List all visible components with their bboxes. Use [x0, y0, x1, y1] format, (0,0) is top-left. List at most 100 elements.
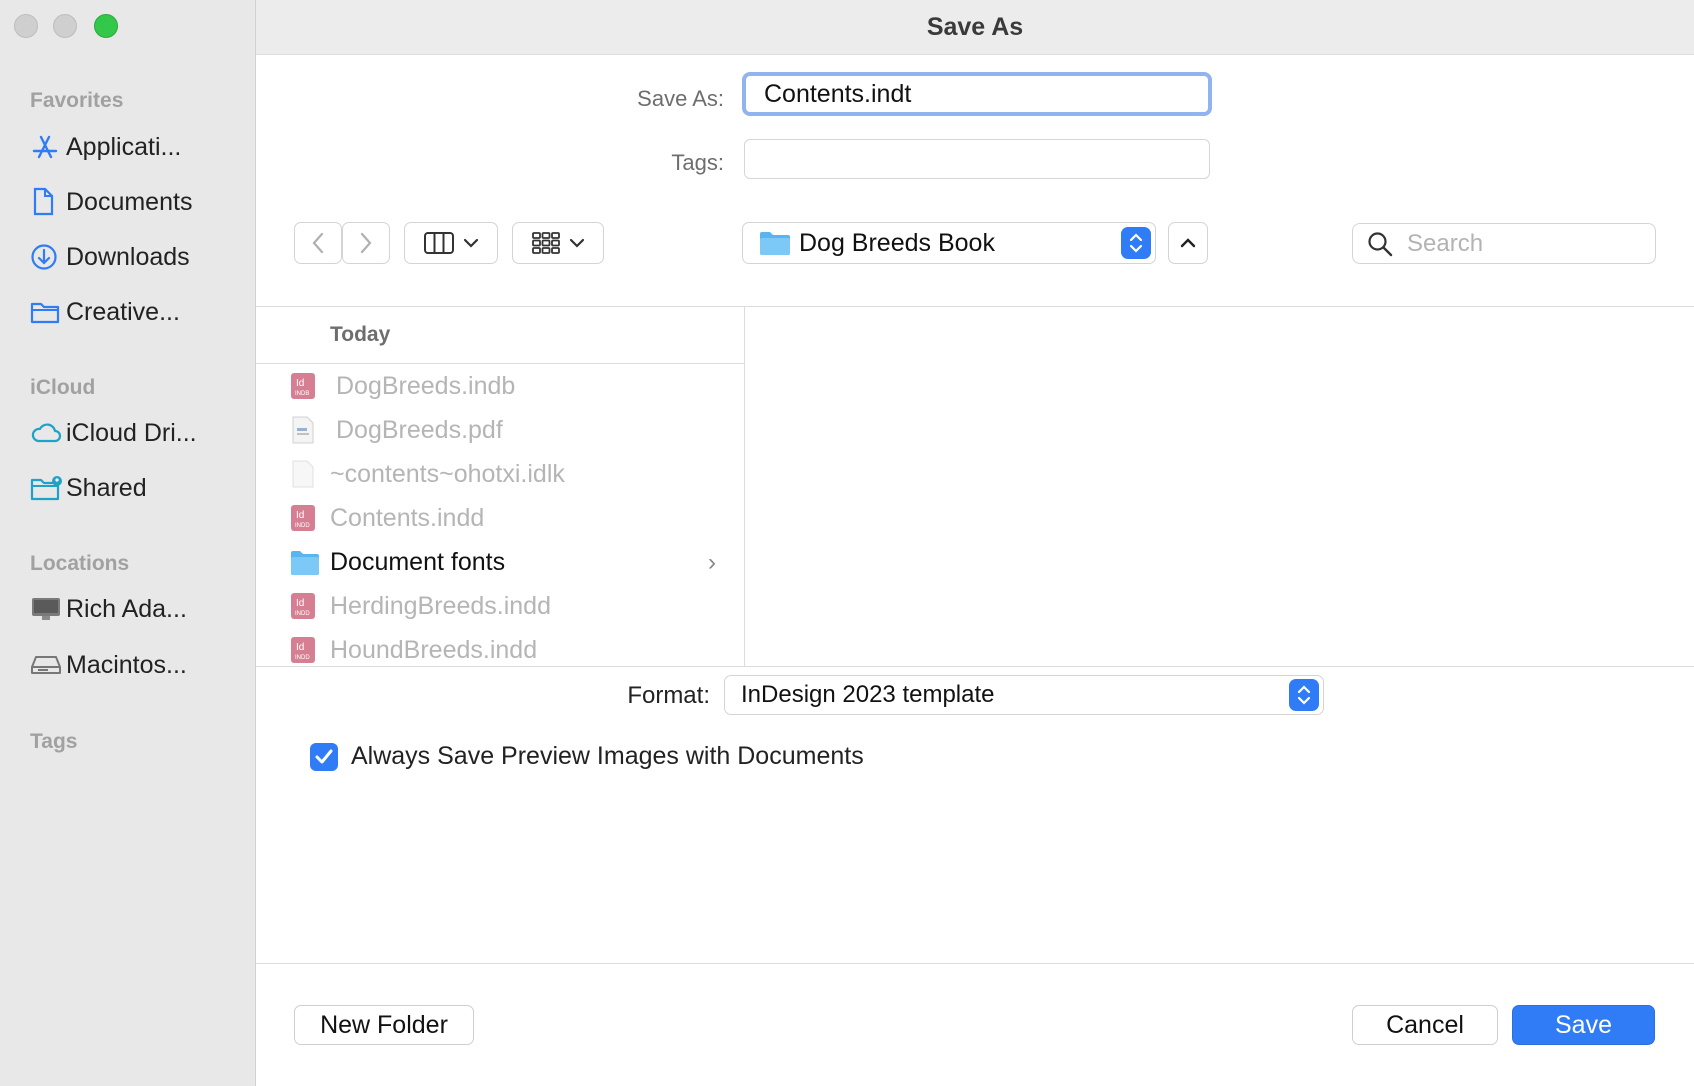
tags-field[interactable] — [744, 139, 1210, 179]
preview-checkbox[interactable] — [310, 743, 338, 771]
file-row-dogbreeds-indb[interactable]: Id INDB DogBreeds.indb — [256, 364, 744, 408]
tags-label: Tags: — [671, 150, 724, 175]
file-name: ~contents~ohotxi.idlk — [330, 459, 565, 488]
chevron-down-icon — [463, 238, 479, 248]
search-icon — [1368, 231, 1393, 256]
sidebar: Favorites Applicati... Documents Downloa… — [0, 0, 256, 1086]
indesign-document-icon: Id INDD — [290, 636, 316, 666]
sidebar-item-label: Creative... — [66, 297, 180, 326]
sidebar-item-computer[interactable]: Rich Ada... — [30, 589, 245, 629]
file-row-herdingbreeds-indd[interactable]: Id INDD HerdingBreeds.indd — [256, 584, 744, 628]
svg-text:Id: Id — [296, 598, 304, 609]
chevron-left-icon — [312, 232, 324, 254]
popup-stepper-icon — [1121, 227, 1151, 259]
document-icon — [30, 186, 66, 218]
computer-icon — [30, 593, 66, 625]
sidebar-item-creative[interactable]: Creative... — [30, 292, 245, 332]
file-name: DogBreeds.indb — [336, 371, 516, 400]
sidebar-heading-tags: Tags — [30, 730, 78, 753]
sidebar-item-documents[interactable]: Documents — [30, 182, 245, 222]
divider — [256, 963, 1694, 964]
forward-button[interactable] — [342, 222, 390, 264]
blank-file-icon — [290, 460, 316, 493]
chevron-up-icon — [1180, 238, 1196, 248]
svg-text:INDD: INDD — [295, 611, 310, 617]
file-row-houndbreeds-indd[interactable]: Id INDD HoundBreeds.indd — [256, 628, 744, 666]
chevron-down-icon — [569, 238, 585, 248]
location-label: Dog Breeds Book — [799, 228, 995, 257]
folder-icon — [30, 296, 66, 328]
column-header-label: Today — [330, 323, 391, 346]
fullscreen-window-button[interactable] — [94, 14, 118, 38]
column-header: Today — [256, 307, 744, 364]
popup-stepper-icon — [1289, 679, 1319, 711]
grid-icon — [532, 232, 560, 254]
search-field[interactable] — [1352, 223, 1656, 264]
back-button[interactable] — [294, 222, 342, 264]
file-name: Document fonts — [330, 547, 506, 576]
svg-text:INDD: INDD — [295, 655, 310, 661]
location-popup[interactable]: Dog Breeds Book — [742, 222, 1156, 264]
sidebar-item-label: Applicati... — [66, 132, 182, 161]
sidebar-item-macintosh-hd[interactable]: Macintos... — [30, 645, 245, 685]
sidebar-item-applications[interactable]: Applicati... — [30, 127, 245, 167]
sidebar-item-label: iCloud Dri... — [66, 418, 197, 447]
svg-text:Id: Id — [296, 510, 304, 521]
sidebar-item-label: Rich Ada... — [66, 594, 187, 623]
columns-view-icon — [424, 232, 454, 254]
svg-text:INDD: INDD — [295, 523, 310, 529]
format-popup[interactable]: InDesign 2023 template — [724, 675, 1324, 715]
file-row-dogbreeds-pdf[interactable]: DogBreeds.pdf — [256, 408, 744, 452]
title-bar: Save As — [256, 0, 1694, 55]
sidebar-item-icloud-drive[interactable]: iCloud Dri... — [30, 413, 245, 453]
sidebar-heading-favorites: Favorites — [30, 89, 124, 112]
format-label: Format: — [627, 682, 710, 709]
search-input[interactable] — [1405, 228, 1629, 259]
checkmark-icon — [315, 749, 333, 764]
chevron-right-icon: › — [708, 549, 716, 576]
indesign-document-icon: Id INDD — [290, 504, 316, 537]
format-value: InDesign 2023 template — [741, 681, 995, 708]
folder-icon — [760, 232, 790, 255]
indesign-document-icon: Id INDD — [290, 592, 316, 625]
expand-collapse-button[interactable] — [1168, 222, 1208, 264]
sidebar-heading-icloud: iCloud — [30, 376, 96, 399]
file-row-lock-file[interactable]: ~contents~ohotxi.idlk — [256, 452, 744, 496]
shared-folder-icon — [30, 472, 66, 504]
svg-text:Id: Id — [296, 642, 304, 653]
chevron-right-icon — [360, 232, 372, 254]
file-name: Contents.indd — [330, 503, 485, 532]
downloads-icon — [30, 241, 66, 273]
sidebar-item-label: Downloads — [66, 242, 190, 271]
folder-icon — [290, 548, 320, 581]
indesign-book-icon: Id INDB — [290, 372, 316, 405]
view-mode-button[interactable] — [404, 222, 498, 264]
sidebar-item-label: Macintos... — [66, 650, 187, 679]
file-name: HoundBreeds.indd — [330, 635, 538, 664]
applications-icon — [30, 131, 66, 163]
minimize-window-button[interactable] — [53, 14, 77, 38]
window-title: Save As — [926, 12, 1024, 41]
save-as-field[interactable] — [742, 72, 1212, 116]
cancel-button[interactable]: Cancel — [1352, 1005, 1498, 1045]
sidebar-item-downloads[interactable]: Downloads — [30, 237, 245, 277]
disk-icon — [30, 649, 66, 681]
group-button[interactable] — [512, 222, 604, 264]
file-row-contents-indd[interactable]: Id INDD Contents.indd — [256, 496, 744, 540]
sidebar-item-label: Documents — [66, 187, 193, 216]
close-window-button[interactable] — [14, 14, 38, 38]
svg-text:Id: Id — [296, 378, 304, 389]
file-column[interactable]: Today Id INDB DogBreeds.indb DogBreeds.pd… — [256, 307, 745, 666]
new-folder-button[interactable]: New Folder — [294, 1005, 474, 1045]
file-name: DogBreeds.pdf — [336, 415, 503, 444]
preview-checkbox-label[interactable]: Always Save Preview Images with Document… — [351, 742, 864, 771]
cloud-icon — [30, 417, 66, 449]
svg-text:INDB: INDB — [295, 391, 309, 397]
pdf-file-icon — [290, 416, 316, 449]
sidebar-item-shared[interactable]: Shared — [30, 468, 245, 508]
file-row-document-fonts[interactable]: Document fonts › — [256, 540, 744, 584]
sidebar-item-label: Shared — [66, 473, 147, 502]
file-name: HerdingBreeds.indd — [330, 591, 551, 620]
save-button[interactable]: Save — [1512, 1005, 1655, 1045]
save-as-label: Save As: — [637, 86, 724, 111]
